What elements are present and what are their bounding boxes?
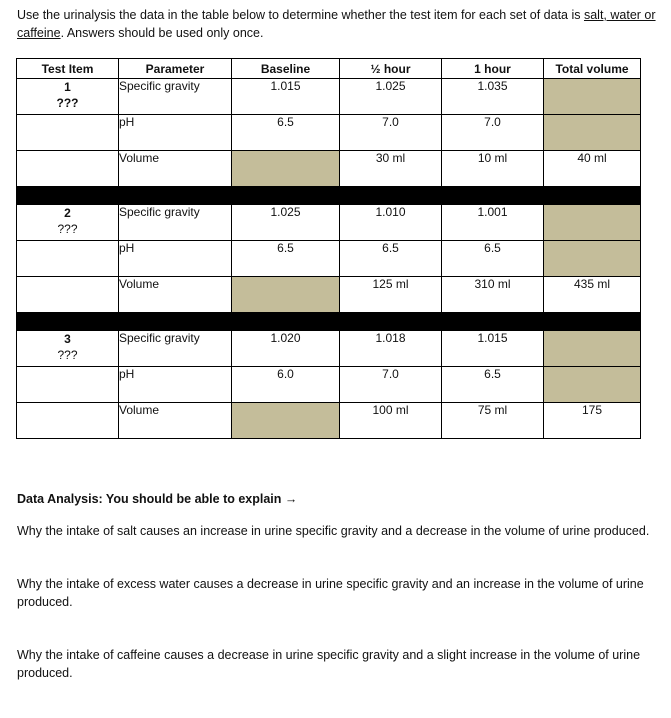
one-hour-cell: 7.0 — [441, 114, 544, 151]
total-volume-cell-shaded — [543, 240, 641, 277]
half-hour-cell: 30 ml — [339, 150, 442, 187]
test-item-cell-empty — [16, 276, 119, 313]
parameter-cell: Specific gravity — [118, 204, 232, 241]
header-baseline: Baseline — [231, 58, 340, 79]
separator-row — [16, 186, 641, 205]
one-hour-cell: 75 ml — [441, 402, 544, 439]
half-hour-cell: 1.010 — [339, 204, 442, 241]
one-hour-cell: 1.001 — [441, 204, 544, 241]
total-volume-cell-shaded — [543, 114, 641, 151]
table-row: pH 6.0 7.0 6.5 — [16, 366, 641, 403]
header-one-hour: 1 hour — [441, 58, 544, 79]
test-item-number: 3 — [64, 332, 71, 346]
baseline-cell-shaded — [231, 402, 340, 439]
baseline-cell: 1.025 — [231, 204, 340, 241]
total-volume-cell-shaded — [543, 78, 641, 115]
separator-row — [16, 312, 641, 331]
half-hour-cell: 125 ml — [339, 276, 442, 313]
test-item-cell-empty — [16, 150, 119, 187]
baseline-cell-shaded — [231, 276, 340, 313]
test-item-cell: 3 ??? — [16, 330, 119, 367]
baseline-cell: 6.5 — [231, 240, 340, 277]
instructions-note: . Answers should be used only once. — [60, 26, 264, 40]
analysis-question: Why the intake of salt causes an increas… — [17, 524, 650, 538]
test-item-cell-empty — [16, 240, 119, 277]
table-row: 3 ??? Specific gravity 1.020 1.018 1.015 — [16, 330, 641, 367]
table-row: Volume 100 ml 75 ml 175 — [16, 402, 641, 439]
table-row: pH 6.5 6.5 6.5 — [16, 240, 641, 277]
test-item-label: ??? — [57, 348, 78, 362]
total-volume-cell-shaded — [543, 366, 641, 403]
table-row: Volume 125 ml 310 ml 435 ml — [16, 276, 641, 313]
test-item-label: ??? — [56, 96, 79, 110]
instructions: Use the urinalysis the data in the table… — [17, 6, 657, 42]
one-hour-cell: 310 ml — [441, 276, 544, 313]
baseline-cell: 6.0 — [231, 366, 340, 403]
parameter-cell: pH — [118, 114, 232, 151]
separator-bar — [16, 186, 641, 205]
parameter-cell: Specific gravity — [118, 78, 232, 115]
one-hour-cell: 6.5 — [441, 240, 544, 277]
instructions-text: Use the urinalysis the data in the table… — [17, 8, 584, 22]
separator-bar — [16, 312, 641, 331]
table-row: 2 ??? Specific gravity 1.025 1.010 1.001 — [16, 204, 641, 241]
half-hour-cell: 100 ml — [339, 402, 442, 439]
header-row: Test Item Parameter Baseline ½ hour 1 ho… — [16, 58, 641, 79]
parameter-cell: Volume — [118, 276, 232, 313]
test-item-number: 1 — [64, 80, 71, 94]
parameter-cell: pH — [118, 366, 232, 403]
data-analysis-section: Data Analysis: You should be able to exp… — [17, 490, 652, 682]
one-hour-cell: 6.5 — [441, 366, 544, 403]
test-item-number: 2 — [64, 206, 71, 220]
table-row: Volume 30 ml 10 ml 40 ml — [16, 150, 641, 187]
test-item-cell-empty — [16, 366, 119, 403]
urinalysis-table: Test Item Parameter Baseline ½ hour 1 ho… — [16, 58, 641, 439]
parameter-cell: Volume — [118, 150, 232, 187]
test-item-label: ??? — [57, 222, 78, 236]
analysis-heading: Data Analysis: You should be able to exp… — [17, 492, 298, 506]
baseline-cell: 1.020 — [231, 330, 340, 367]
one-hour-cell: 10 ml — [441, 150, 544, 187]
test-item-cell: 1 ??? — [16, 78, 119, 115]
table-row: pH 6.5 7.0 7.0 — [16, 114, 641, 151]
half-hour-cell: 7.0 — [339, 114, 442, 151]
test-item-cell-empty — [16, 114, 119, 151]
one-hour-cell: 1.015 — [441, 330, 544, 367]
half-hour-cell: 1.018 — [339, 330, 442, 367]
half-hour-cell: 7.0 — [339, 366, 442, 403]
baseline-cell: 6.5 — [231, 114, 340, 151]
total-volume-cell-shaded — [543, 330, 641, 367]
half-hour-cell: 6.5 — [339, 240, 442, 277]
half-hour-cell: 1.025 — [339, 78, 442, 115]
parameter-cell: Volume — [118, 402, 232, 439]
baseline-cell-shaded — [231, 150, 340, 187]
header-half-hour: ½ hour — [339, 58, 442, 79]
total-volume-cell: 175 — [543, 402, 641, 439]
analysis-question: Why the intake of excess water causes a … — [17, 577, 644, 609]
total-volume-cell-shaded — [543, 204, 641, 241]
parameter-cell: Specific gravity — [118, 330, 232, 367]
total-volume-cell: 40 ml — [543, 150, 641, 187]
parameter-cell: pH — [118, 240, 232, 277]
test-item-cell: 2 ??? — [16, 204, 119, 241]
analysis-question: Why the intake of caffeine causes a decr… — [17, 648, 641, 680]
one-hour-cell: 1.035 — [441, 78, 544, 115]
header-total-volume: Total volume — [543, 58, 641, 79]
header-test-item: Test Item — [16, 58, 119, 79]
test-item-cell-empty — [16, 402, 119, 439]
table-row: 1 ??? Specific gravity 1.015 1.025 1.035 — [16, 78, 641, 115]
total-volume-cell: 435 ml — [543, 276, 641, 313]
header-parameter: Parameter — [118, 58, 232, 79]
baseline-cell: 1.015 — [231, 78, 340, 115]
